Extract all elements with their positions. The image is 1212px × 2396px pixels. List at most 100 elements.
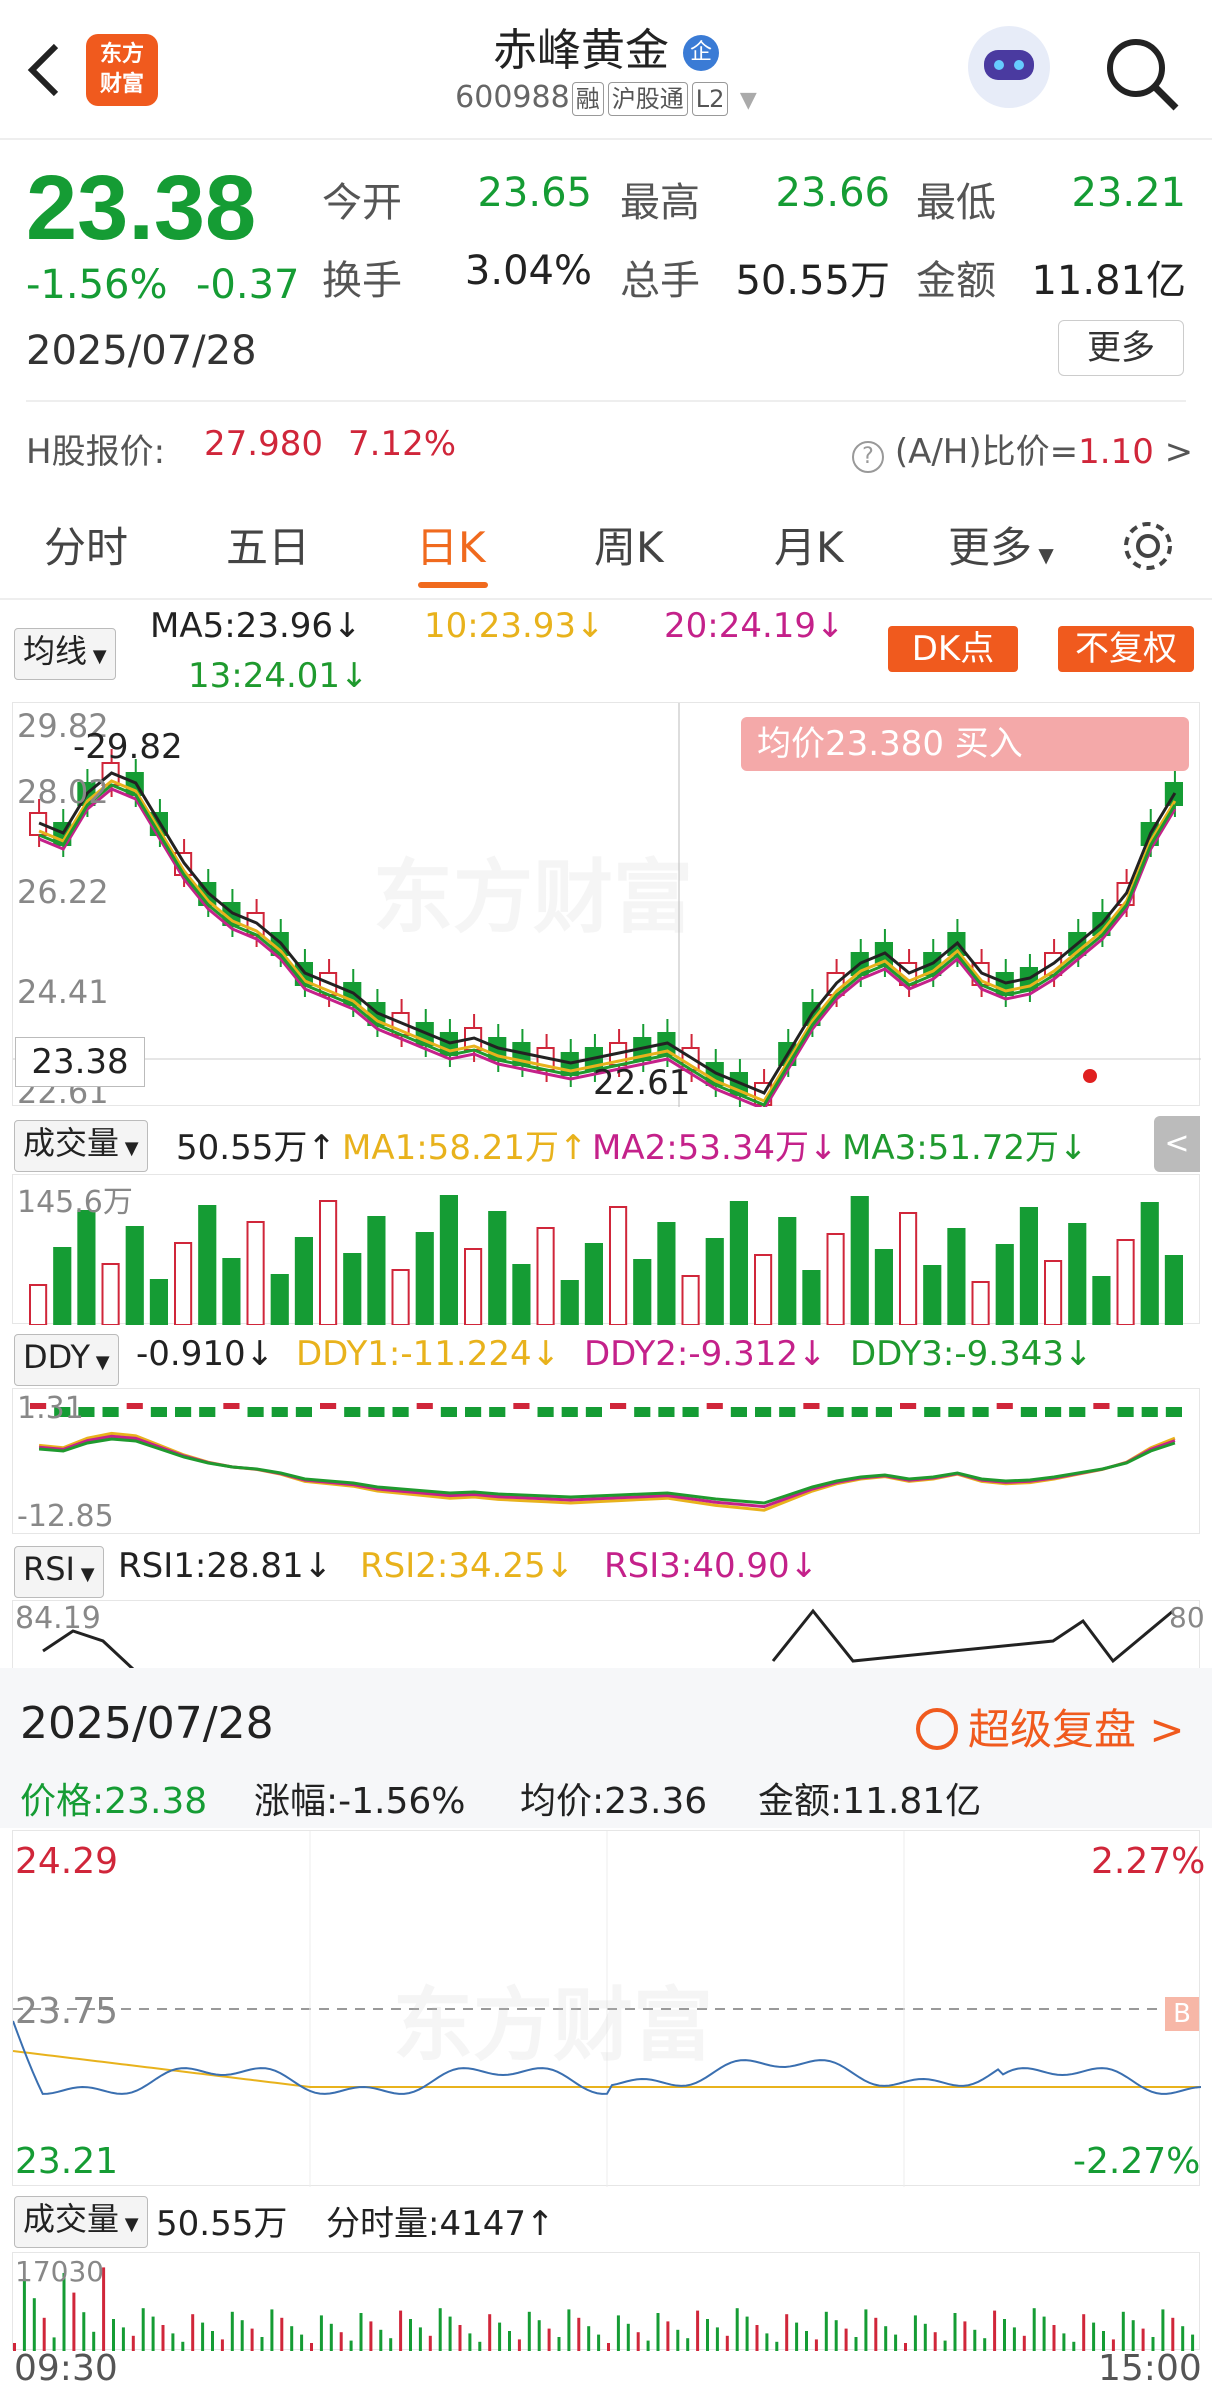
current-price-label: 23.38 xyxy=(15,1037,145,1087)
intraday-volume-value: 50.55万 xyxy=(156,2204,288,2244)
high-annotation: -29.82 xyxy=(73,727,183,767)
intraday-volume-bar xyxy=(349,2340,353,2351)
hshare-pct: 7.12% xyxy=(348,424,457,464)
ah-ratio[interactable]: ? (A/H)比价=1.10 > xyxy=(852,424,1193,473)
stat-low-label: 最低 xyxy=(916,180,996,226)
volume-selector[interactable]: 成交量 ▼ xyxy=(14,1120,148,1172)
kline-chart[interactable]: 东方财富 29.82 28.02 26.22 24.41 22.61 -29.8… xyxy=(12,702,1201,1111)
intraday-chart[interactable]: 东方财富 24.29 23.75 23.21 2.27% -2.27% B xyxy=(12,1830,1205,2187)
ma10-value: 10:23.93↓ xyxy=(424,606,605,646)
y-label: 80 xyxy=(1169,1601,1205,1634)
intraday-volume-bar xyxy=(310,2343,313,2351)
tick-volume-value: 分时量:4147↑ xyxy=(326,2204,555,2244)
ddy-bar xyxy=(368,1407,385,1417)
ddy-bar xyxy=(440,1407,457,1417)
robot-avatar[interactable] xyxy=(968,26,1050,108)
intraday-volume-bar xyxy=(577,2317,581,2351)
position-dot xyxy=(1083,1069,1097,1083)
last-price: 23.38 xyxy=(26,157,257,259)
y-label: 17030 xyxy=(15,2255,105,2288)
intraday-volume-bar xyxy=(438,2308,442,2351)
intraday-volume-bar xyxy=(211,2331,214,2351)
volume-bar xyxy=(995,1244,1014,1325)
tab-monthly-k[interactable]: 月K xyxy=(774,514,844,575)
more-stats-button[interactable]: 更多 xyxy=(1058,320,1184,376)
ddy-bar xyxy=(1141,1407,1158,1417)
change-pct: -1.56% xyxy=(26,262,168,308)
intraday-volume-bar xyxy=(725,2335,729,2351)
intraday-volume-bar xyxy=(171,2333,175,2351)
intraday-volume-bar xyxy=(923,2323,927,2351)
volume-value: 50.55万↑ xyxy=(176,1128,336,1168)
ma13-value: 13:24.01↓ xyxy=(188,656,369,696)
ddy-chart: 1.31 -12.85 xyxy=(12,1388,1200,1534)
volume-bar xyxy=(560,1280,579,1325)
intraday-volume-bar xyxy=(1032,2308,1036,2351)
ddy-selector[interactable]: DDY ▼ xyxy=(14,1334,119,1386)
rsi-chart: 84.19 80 xyxy=(12,1600,1205,1669)
intraday-volume-bar xyxy=(389,2338,393,2351)
ddy-bar xyxy=(875,1407,892,1417)
ddy-bar xyxy=(247,1407,264,1417)
tab-more[interactable]: 更多 ▼ xyxy=(948,514,1054,575)
search-icon[interactable] xyxy=(1102,34,1182,114)
tab-daily-k[interactable]: 日K xyxy=(416,514,486,575)
tag-connect: 沪股通 xyxy=(607,82,688,116)
intraday-volume-bar xyxy=(428,2335,432,2351)
volume-bar xyxy=(1164,1255,1184,1325)
rsi-selector[interactable]: RSI ▼ xyxy=(14,1546,104,1598)
dropdown-icon[interactable]: ▼ xyxy=(740,88,757,113)
ddy-bar xyxy=(803,1403,820,1409)
intraday-volume-selector[interactable]: 成交量 ▼ xyxy=(14,2196,148,2248)
intraday-summary: 2025/07/28 超级复盘 > 价格:23.38 涨幅:-1.56% 均价:… xyxy=(0,1668,1212,1828)
volume-bar xyxy=(874,1249,893,1325)
intraday-volume-bar xyxy=(339,2332,343,2351)
intraday-volume-bar xyxy=(181,2341,185,2351)
tag-l2: L2 xyxy=(691,82,729,116)
intraday-volume-bar xyxy=(329,2323,333,2351)
indicator-selector[interactable]: 均线 ▼ xyxy=(14,628,116,680)
volume-chart: 145.6万 xyxy=(12,1174,1200,1325)
intraday-volume-bar xyxy=(488,2314,492,2351)
volume-bar xyxy=(802,1270,821,1325)
collapse-arrow-icon[interactable]: < xyxy=(1154,1116,1200,1172)
ddy-bar xyxy=(102,1407,119,1417)
intraday-volume-bar xyxy=(1052,2325,1056,2351)
volume-bar xyxy=(971,1281,990,1325)
intraday-volume-bar xyxy=(508,2331,511,2351)
intraday-volume-bar xyxy=(478,2341,482,2351)
avg-cost-banner[interactable]: 均价23.380 买入 xyxy=(741,717,1189,771)
settings-gear-icon[interactable] xyxy=(1118,516,1178,576)
intraday-volume-bar xyxy=(904,2343,907,2351)
intraday-volume-bar xyxy=(547,2328,551,2351)
volume-ma1: MA1:58.21万↑ xyxy=(342,1128,588,1168)
dk-point-button[interactable]: DK点 xyxy=(888,626,1018,672)
ddy-bar xyxy=(175,1407,192,1417)
tab-weekly-k[interactable]: 周K xyxy=(594,514,664,575)
ma20-value: 20:24.19↓ xyxy=(664,606,845,646)
intraday-volume-bar xyxy=(369,2321,373,2351)
intraday-volume-bar xyxy=(686,2338,690,2351)
intraday-volume-bar xyxy=(814,2339,818,2351)
hshare-price: 27.980 xyxy=(204,424,323,464)
stat-amount-value: 11.81亿 xyxy=(1031,258,1186,304)
tab-intraday[interactable]: 分时 xyxy=(44,514,128,575)
stat-turnover-value: 3.04% xyxy=(464,248,592,294)
ddy-bar xyxy=(561,1407,578,1417)
intraday-volume-bar xyxy=(270,2309,274,2351)
adjust-button[interactable]: 不复权 xyxy=(1058,626,1194,672)
volume-bar xyxy=(826,1233,845,1325)
top-bar: 东方 财富 赤峰黄金 企 600988 融沪股通 L2 ▼ xyxy=(0,0,1212,140)
tab-five-day[interactable]: 五日 xyxy=(226,514,310,575)
ddy-bar xyxy=(1045,1407,1062,1417)
volume-bar xyxy=(850,1196,869,1325)
intraday-volume-bar xyxy=(498,2322,502,2351)
ddy-bar xyxy=(851,1407,868,1417)
intraday-volume-bar xyxy=(240,2320,244,2351)
super-review-button[interactable]: 超级复盘 > xyxy=(916,1696,1185,1757)
active-tab-indicator xyxy=(418,582,488,588)
intraday-volume-bar xyxy=(300,2334,304,2351)
stat-open-value: 23.65 xyxy=(477,170,592,216)
volume-bar xyxy=(29,1284,48,1325)
ddy-bar xyxy=(900,1403,917,1409)
